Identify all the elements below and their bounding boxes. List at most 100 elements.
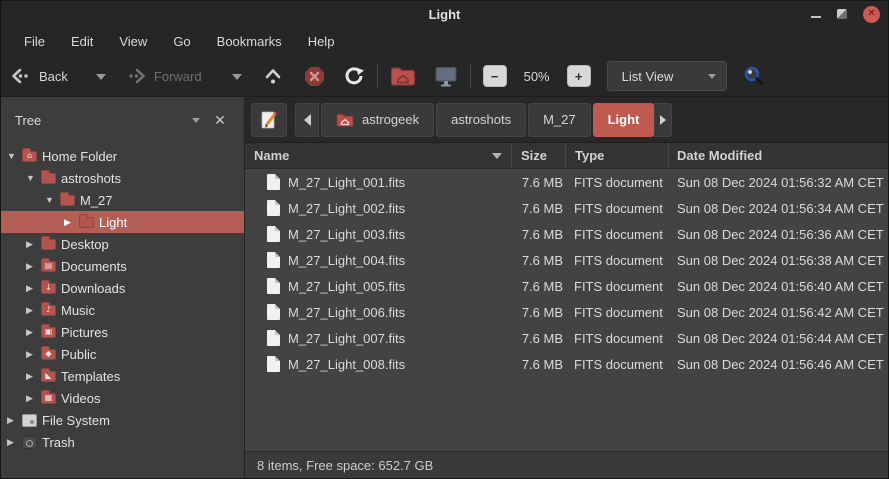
tree-item-downloads[interactable]: ▶ ↓ Downloads [1,277,244,299]
view-mode-select[interactable]: List View [606,61,727,91]
caret-down-icon[interactable]: ▼ [45,195,60,205]
tree-item-public[interactable]: ▶ ◆ Public [1,343,244,365]
view-mode-value: List View [621,68,674,84]
file-row[interactable]: M_27_Light_004.fits 7.6 MB FITS document… [245,247,888,273]
caret-right-icon [660,114,667,125]
caret-right-icon[interactable]: ▶ [26,305,41,316]
breadcrumb-light-active[interactable]: Light [592,102,655,137]
side-pane-close-icon[interactable]: ✕ [208,108,232,132]
music-folder-icon: ♪ [41,301,56,316]
tree-item-light[interactable]: ▶ Light [1,211,244,233]
scroll-crumbs-right-button[interactable] [654,102,673,137]
titlebar: Light ✕ [1,1,888,27]
caret-right-icon[interactable]: ▶ [26,261,41,272]
column-header-name[interactable]: Name [245,143,512,168]
status-text: 8 items, Free space: 652.7 GB [257,457,434,473]
tree-view: ▼ ⌂ Home Folder ▼ astroshots ▼ M_27 ▶ Li… [1,143,244,478]
close-icon[interactable]: ✕ [863,5,880,23]
menubar: File Edit View Go Bookmarks Help [1,27,888,56]
edit-path-button[interactable] [251,102,287,137]
file-row[interactable]: M_27_Light_002.fits 7.6 MB FITS document… [245,195,888,221]
tree-item-pictures[interactable]: ▶ ▣ Pictures [1,321,244,343]
maximize-icon[interactable] [837,9,847,19]
back-history-chevron-icon[interactable] [95,74,106,80]
caret-right-icon[interactable]: ▶ [26,349,41,360]
forward-label: Forward [153,68,202,84]
side-pane-chevron-icon[interactable] [184,108,208,132]
window-title: Light [428,6,461,22]
statusbar: 8 items, Free space: 652.7 GB [245,451,888,478]
caret-down-icon[interactable]: ▼ [7,151,22,161]
caret-right-icon[interactable]: ▶ [64,217,79,228]
minimize-icon[interactable] [811,16,821,18]
caret-right-icon[interactable]: ▶ [26,327,41,338]
file-row[interactable]: M_27_Light_007.fits 7.6 MB FITS document… [245,325,888,351]
tree-item-astroshots[interactable]: ▼ astroshots [1,167,244,189]
tree-item-documents[interactable]: ▶ ▤ Documents [1,255,244,277]
search-icon[interactable] [743,65,765,87]
desktop-folder-icon [41,235,56,250]
refresh-icon[interactable] [343,66,365,86]
tree-item-templates[interactable]: ▶ ◣ Templates [1,365,244,387]
zoom-level: 50% [523,68,550,84]
breadcrumb-astroshots[interactable]: astroshots [436,102,527,137]
file-icon [267,356,280,372]
toolbar-separator [469,64,471,88]
file-icon [267,252,280,268]
list-column-headers: Name Size Type Date Modified [245,143,888,169]
folder-icon [79,213,94,228]
column-header-date-modified[interactable]: Date Modified [669,143,888,168]
menu-file[interactable]: File [11,30,58,53]
menu-edit[interactable]: Edit [58,30,106,53]
file-icon [267,330,280,346]
caret-right-icon[interactable]: ▶ [26,393,41,404]
stop-icon[interactable] [304,66,325,87]
forward-history-chevron-icon[interactable] [231,74,242,80]
home-folder-icon[interactable] [390,66,416,86]
scroll-crumbs-left-button[interactable] [295,102,319,137]
file-row[interactable]: M_27_Light_003.fits 7.6 MB FITS document… [245,221,888,247]
menu-view[interactable]: View [106,30,160,53]
pathbar: astrogeek astroshots M_27 Light [245,97,888,143]
side-pane-mode[interactable]: Tree [15,113,184,128]
tree-item-videos[interactable]: ▶ ▦ Videos [1,387,244,409]
chevron-down-icon [707,73,716,79]
file-row[interactable]: M_27_Light_001.fits 7.6 MB FITS document… [245,169,888,195]
back-label: Back [39,68,68,84]
caret-right-icon[interactable]: ▶ [7,415,22,426]
menu-bookmarks[interactable]: Bookmarks [204,30,295,53]
up-parent-icon[interactable] [264,67,282,85]
home-folder-icon: ⌂ [22,147,37,162]
menu-go[interactable]: Go [160,30,203,53]
breadcrumb-astrogeek[interactable]: astrogeek [321,102,435,137]
back-button[interactable]: Back [11,68,74,84]
file-icon [267,226,280,242]
folder-icon [41,169,56,184]
toolbar-separator [376,64,378,88]
menu-help[interactable]: Help [295,30,348,53]
forward-button[interactable]: Forward [126,68,208,84]
file-row[interactable]: M_27_Light_008.fits 7.6 MB FITS document… [245,351,888,377]
caret-right-icon[interactable]: ▶ [26,371,41,382]
zoom-in-button[interactable]: + [566,65,591,87]
zoom-out-button[interactable]: − [482,65,507,87]
column-header-size[interactable]: Size [512,143,566,168]
caret-right-icon[interactable]: ▶ [7,437,22,448]
desktop-icon[interactable] [434,66,458,87]
tree-item-m27[interactable]: ▼ M_27 [1,189,244,211]
file-row[interactable]: M_27_Light_006.fits 7.6 MB FITS document… [245,299,888,325]
tree-item-trash[interactable]: ▶ Trash [1,431,244,453]
caret-right-icon[interactable]: ▶ [26,283,41,294]
pictures-folder-icon: ▣ [41,323,56,338]
file-row[interactable]: M_27_Light_005.fits 7.6 MB FITS document… [245,273,888,299]
folder-icon [60,191,75,206]
drive-icon [22,413,37,427]
column-header-type[interactable]: Type [566,143,669,168]
tree-item-home-folder[interactable]: ▼ ⌂ Home Folder [1,145,244,167]
breadcrumb-m27[interactable]: M_27 [528,102,591,137]
tree-item-file-system[interactable]: ▶ File System [1,409,244,431]
caret-down-icon[interactable]: ▼ [26,173,41,183]
tree-item-music[interactable]: ▶ ♪ Music [1,299,244,321]
tree-item-desktop[interactable]: ▶ Desktop [1,233,244,255]
caret-right-icon[interactable]: ▶ [26,239,41,250]
